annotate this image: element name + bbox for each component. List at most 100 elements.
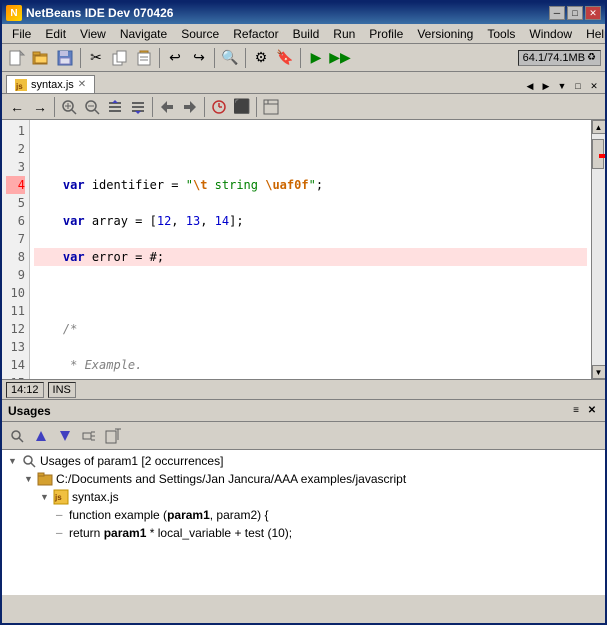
undo-button[interactable]: ↩ — [164, 47, 186, 69]
usages-open-button[interactable] — [102, 425, 124, 447]
line-num-2: 2 — [6, 140, 25, 158]
code-line-4: var error = #; — [34, 248, 587, 266]
line-num-12: 12 — [6, 320, 25, 338]
svg-text:js: js — [15, 82, 23, 91]
memory-indicator[interactable]: 64.1/74.1MB ♻ — [518, 50, 601, 66]
scroll-track[interactable] — [592, 134, 605, 365]
paste-button[interactable] — [133, 47, 155, 69]
menu-refactor[interactable]: Refactor — [227, 26, 284, 42]
stop-button[interactable]: ⬛ — [231, 96, 253, 118]
toolbar-separator-4 — [245, 48, 246, 68]
menu-profile[interactable]: Profile — [363, 26, 409, 42]
tab-close-button[interactable]: ✕ — [78, 79, 86, 90]
scroll-down-button[interactable]: ▼ — [592, 365, 606, 379]
menu-help[interactable]: Help — [580, 26, 607, 42]
add-watch-button[interactable] — [208, 96, 230, 118]
js-icon: js — [53, 489, 69, 505]
zoom-out-button[interactable] — [81, 96, 103, 118]
usages-occurrences-label: Usages of param1 [2 occurrences] — [40, 453, 223, 469]
menu-navigate[interactable]: Navigate — [114, 26, 173, 42]
title-bar: N NetBeans IDE Dev 070426 ─ □ ✕ — [2, 2, 605, 24]
expand-icon-root[interactable]: ▼ — [8, 453, 18, 469]
gc-icon[interactable]: ♻ — [587, 52, 596, 63]
cursor-pos-label: 14:12 — [11, 384, 39, 396]
et-sep1 — [54, 97, 55, 117]
copy-button[interactable] — [109, 47, 131, 69]
tab-scroll-left[interactable]: ◀ — [523, 79, 537, 93]
usages-prev-button[interactable] — [30, 425, 52, 447]
tab-syntax-js[interactable]: js syntax.js ✕ — [6, 75, 95, 93]
usages-path-label: C:/Documents and Settings/Jan Jancura/AA… — [56, 471, 406, 487]
et-sep3 — [204, 97, 205, 117]
usages-controls: ≡ ✕ — [569, 404, 599, 418]
js-file-icon: js — [15, 79, 27, 91]
et-sep2 — [152, 97, 153, 117]
usages-toolbar — [2, 422, 605, 450]
restore-button[interactable]: □ — [571, 79, 585, 93]
line-num-7: 7 — [6, 230, 25, 248]
usages-close-icon[interactable]: ✕ — [585, 404, 599, 418]
line-num-15: 15 — [6, 374, 25, 379]
memory-label: 64.1/74.1MB — [523, 52, 585, 64]
go-forward-button[interactable]: → — [29, 96, 51, 118]
redo-button[interactable]: ↪ — [188, 47, 210, 69]
go-back-button[interactable]: ← — [6, 96, 28, 118]
menu-file[interactable]: File — [6, 26, 37, 42]
menu-versioning[interactable]: Versioning — [411, 26, 479, 42]
tab-scroll-right[interactable]: ▶ — [539, 79, 553, 93]
menu-tools[interactable]: Tools — [481, 26, 521, 42]
expand-icon-folder[interactable]: ▼ — [24, 471, 34, 487]
code-line-2: var identifier = "\t string \uaf0f"; — [34, 176, 587, 194]
scroll-up-button[interactable]: ▲ — [592, 120, 606, 134]
panel-close-button[interactable]: ✕ — [587, 79, 601, 93]
zoom-in-button[interactable] — [58, 96, 80, 118]
usages-folder-node[interactable]: ▼ C:/Documents and Settings/Jan Jancura/… — [8, 470, 603, 488]
usages-header-node[interactable]: ▼ Usages of param1 [2 occurrences] — [8, 452, 603, 470]
dash-icon-1: ─ — [56, 507, 66, 523]
move-up-button[interactable] — [104, 96, 126, 118]
maximize-button[interactable]: □ — [567, 6, 583, 20]
usages-next-button[interactable] — [54, 425, 76, 447]
menu-view[interactable]: View — [74, 26, 112, 42]
menu-run[interactable]: Run — [327, 26, 361, 42]
expand-icon-file[interactable]: ▼ — [40, 489, 50, 505]
save-button[interactable] — [54, 47, 76, 69]
new-button[interactable] — [6, 47, 28, 69]
editor-toolbar: ← → ⬛ — [2, 94, 605, 120]
close-button[interactable]: ✕ — [585, 6, 601, 20]
menu-source[interactable]: Source — [175, 26, 225, 42]
collapse-button[interactable] — [179, 96, 201, 118]
menu-edit[interactable]: Edit — [39, 26, 72, 42]
svg-text:js: js — [54, 493, 62, 502]
usages-occurrence-1-text: function example (param1, param2) { — [69, 507, 268, 523]
bookmark-button[interactable]: 🔖 — [274, 47, 296, 69]
main-toolbar: ✂ ↩ ↪ 🔍 ⚙ 🔖 ▶ ▶▶ 64.1/74.1MB ♻ — [2, 44, 605, 72]
settings-button[interactable]: ⚙ — [250, 47, 272, 69]
expand-button[interactable] — [156, 96, 178, 118]
debug-button[interactable]: ▶▶ — [329, 47, 351, 69]
usages-occurrence-2[interactable]: ─ return param1 * local_variable + test … — [8, 524, 603, 542]
history-button[interactable] — [260, 96, 282, 118]
usages-content[interactable]: ▼ Usages of param1 [2 occurrences] ▼ C:/… — [2, 450, 605, 595]
usages-occurrence-1[interactable]: ─ function example (param1, param2) { — [8, 506, 603, 524]
line-num-13: 13 — [6, 338, 25, 356]
open-button[interactable] — [30, 47, 52, 69]
usages-file-node[interactable]: ▼ js syntax.js — [8, 488, 603, 506]
minimize-button[interactable]: ─ — [549, 6, 565, 20]
cut-button[interactable]: ✂ — [85, 47, 107, 69]
line-num-11: 11 — [6, 302, 25, 320]
menu-bar: File Edit View Navigate Source Refactor … — [2, 24, 605, 44]
usages-search-button[interactable] — [6, 425, 28, 447]
usages-settings-icon[interactable]: ≡ — [569, 404, 583, 418]
code-line-6: /* — [34, 320, 587, 338]
move-down-button[interactable] — [127, 96, 149, 118]
menu-window[interactable]: Window — [523, 26, 578, 42]
tab-menu-button[interactable]: ▼ — [555, 79, 569, 93]
menu-build[interactable]: Build — [287, 26, 326, 42]
find-button[interactable]: 🔍 — [219, 47, 241, 69]
line-num-9: 9 — [6, 266, 25, 284]
usages-expand-button[interactable] — [78, 425, 100, 447]
usages-title: Usages — [8, 404, 51, 418]
run-button[interactable]: ▶ — [305, 47, 327, 69]
editor-content[interactable]: var identifier = "\t string \uaf0f"; var… — [30, 120, 591, 379]
